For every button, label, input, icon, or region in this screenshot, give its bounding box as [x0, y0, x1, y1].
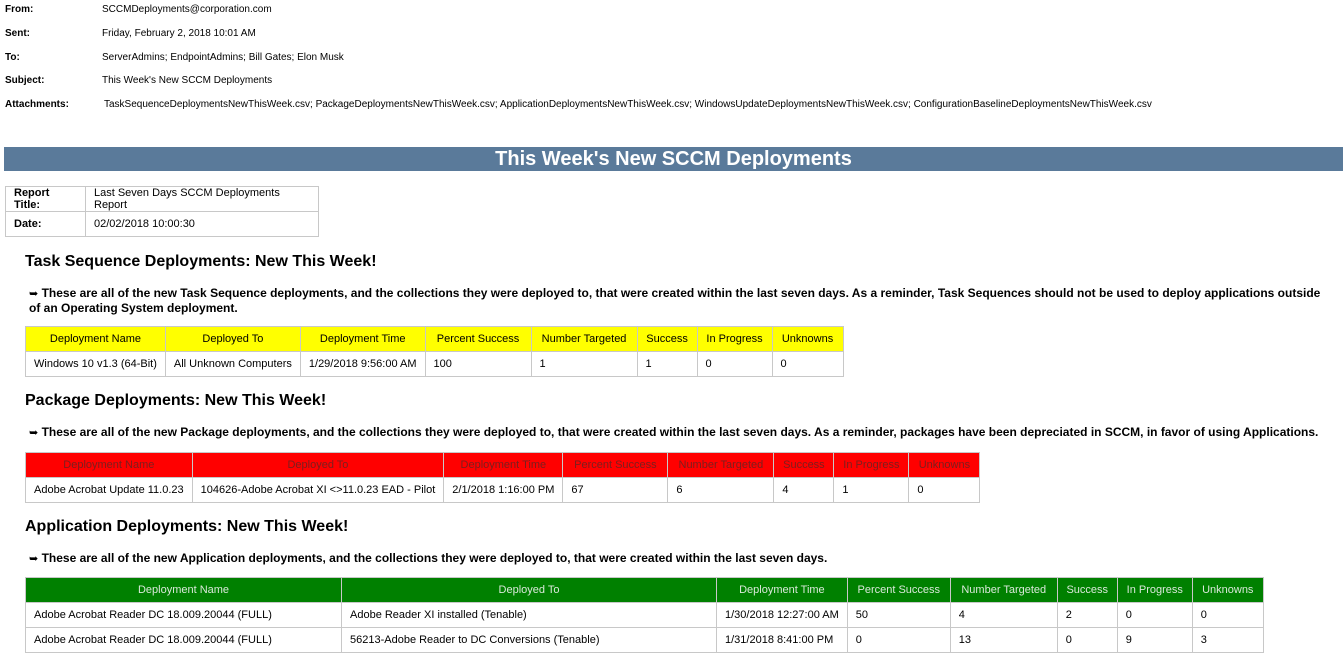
column-header[interactable]: In Progress	[1116, 577, 1193, 603]
from-value[interactable]: SCCMDeployments@corporation.com	[102, 3, 272, 17]
column-header[interactable]: Percent Success	[846, 577, 951, 603]
table-cell: 0	[1116, 602, 1193, 628]
report-title-row: Report Title: Last Seven Days SCCM Deplo…	[5, 186, 319, 212]
report-banner: This Week's New SCCM Deployments	[4, 147, 1343, 171]
table-cell: 0	[696, 351, 773, 377]
report-date-value: 02/02/2018 10:00:30	[85, 211, 319, 237]
task-sequence-description-text: These are all of the new Task Sequence d…	[29, 286, 1321, 315]
table-cell: 4	[773, 477, 835, 503]
column-header[interactable]: Deployment Time	[299, 326, 426, 352]
report-date-label: Date:	[5, 211, 86, 237]
table-cell: 56213-Adobe Reader to DC Conversions (Te…	[341, 627, 717, 653]
task-sequence-heading: Task Sequence Deployments: New This Week…	[25, 253, 377, 270]
table-cell: Adobe Reader XI installed (Tenable)	[341, 602, 717, 628]
table-row: Adobe Acrobat Reader DC 18.009.20044 (FU…	[25, 602, 1264, 628]
column-header[interactable]: Percent Success	[424, 326, 532, 352]
column-header[interactable]: In Progress	[833, 452, 910, 478]
table-cell: 2	[1056, 602, 1118, 628]
column-header[interactable]: Unknowns	[1191, 577, 1264, 603]
column-header[interactable]: In Progress	[696, 326, 773, 352]
table-cell: 0	[846, 627, 951, 653]
table-row: Adobe Acrobat Update 11.0.23 104626-Adob…	[25, 477, 981, 503]
package-description: ➥ These are all of the new Package deplo…	[29, 425, 1329, 440]
column-header[interactable]: Deployed To	[341, 577, 717, 603]
column-header[interactable]: Deployment Name	[25, 577, 342, 603]
task-sequence-table: Deployment Name Deployed To Deployment T…	[25, 326, 844, 377]
sent-value: Friday, February 2, 2018 10:01 AM	[102, 28, 256, 39]
table-cell: 1/31/2018 8:41:00 PM	[716, 627, 848, 653]
report-title-label: Report Title:	[5, 186, 86, 212]
table-cell: 6	[667, 477, 775, 503]
table-cell: 2/1/2018 1:16:00 PM	[443, 477, 564, 503]
table-cell: Adobe Acrobat Reader DC 18.009.20044 (FU…	[25, 627, 342, 653]
from-label: From:	[5, 4, 34, 15]
column-header[interactable]: Success	[636, 326, 698, 352]
report-title-value: Last Seven Days SCCM Deployments Report	[85, 186, 319, 212]
table-cell: 13	[949, 627, 1058, 653]
column-header[interactable]: Unknowns	[908, 452, 981, 478]
subject-value: This Week's New SCCM Deployments	[102, 75, 273, 86]
to-value[interactable]: ServerAdmins; EndpointAdmins; Bill Gates…	[102, 51, 344, 65]
arrow-icon: ➥	[29, 287, 39, 300]
table-cell: 100	[424, 351, 532, 377]
report-date-row: Date: 02/02/2018 10:00:30	[5, 211, 319, 237]
column-header[interactable]: Deployed To	[164, 326, 301, 352]
column-header[interactable]: Deployment Time	[443, 452, 564, 478]
table-cell: All Unknown Computers	[164, 351, 301, 377]
attachments-label: Attachments:	[5, 99, 69, 110]
arrow-icon: ➥	[29, 552, 39, 565]
package-heading: Package Deployments: New This Week!	[25, 392, 327, 409]
column-header[interactable]: Deployment Name	[25, 452, 193, 478]
column-header[interactable]: Number Targeted	[949, 577, 1058, 603]
report-info-table: Report Title: Last Seven Days SCCM Deplo…	[5, 186, 319, 237]
arrow-icon: ➥	[29, 426, 39, 439]
column-header[interactable]: Success	[773, 452, 835, 478]
table-cell: 1/29/2018 9:56:00 AM	[299, 351, 426, 377]
table-header-row: Deployment Name Deployed To Deployment T…	[25, 326, 844, 352]
subject-label: Subject:	[5, 75, 45, 86]
application-table: Deployment Name Deployed To Deployment T…	[25, 577, 1264, 653]
table-row: Adobe Acrobat Reader DC 18.009.20044 (FU…	[25, 627, 1264, 653]
to-label: To:	[5, 52, 20, 63]
application-description-text: These are all of the new Application dep…	[41, 551, 828, 565]
table-cell: 1	[530, 351, 638, 377]
table-cell: 3	[1191, 627, 1264, 653]
column-header[interactable]: Deployment Name	[25, 326, 166, 352]
column-header[interactable]: Deployment Time	[716, 577, 848, 603]
table-row: Windows 10 v1.3 (64-Bit) All Unknown Com…	[25, 351, 844, 377]
table-cell: Windows 10 v1.3 (64-Bit)	[25, 351, 166, 377]
column-header[interactable]: Unknowns	[771, 326, 844, 352]
package-description-text: These are all of the new Package deploym…	[41, 425, 1319, 439]
column-header[interactable]: Percent Success	[562, 452, 669, 478]
task-sequence-description: ➥ These are all of the new Task Sequence…	[29, 286, 1329, 315]
column-header[interactable]: Deployed To	[191, 452, 445, 478]
table-cell: 9	[1116, 627, 1193, 653]
table-cell: Adobe Acrobat Reader DC 18.009.20044 (FU…	[25, 602, 342, 628]
table-cell: 67	[562, 477, 669, 503]
table-cell: 50	[846, 602, 951, 628]
column-header[interactable]: Number Targeted	[530, 326, 638, 352]
attachments-value[interactable]: TaskSequenceDeploymentsNewThisWeek.csv; …	[104, 98, 1152, 112]
sent-label: Sent:	[5, 28, 30, 39]
package-table: Deployment Name Deployed To Deployment T…	[25, 452, 981, 503]
table-cell: 1	[636, 351, 698, 377]
table-cell: 0	[908, 477, 981, 503]
table-cell: 4	[949, 602, 1058, 628]
table-cell: 1/30/2018 12:27:00 AM	[716, 602, 848, 628]
table-cell: 0	[771, 351, 844, 377]
application-description: ➥ These are all of the new Application d…	[29, 551, 1329, 566]
table-cell: 0	[1191, 602, 1264, 628]
table-header-row: Deployment Name Deployed To Deployment T…	[25, 577, 1264, 603]
table-header-row: Deployment Name Deployed To Deployment T…	[25, 452, 981, 478]
table-cell: Adobe Acrobat Update 11.0.23	[25, 477, 193, 503]
table-cell: 1	[833, 477, 910, 503]
column-header[interactable]: Number Targeted	[667, 452, 775, 478]
column-header[interactable]: Success	[1056, 577, 1118, 603]
table-cell: 104626-Adobe Acrobat XI <>11.0.23 EAD - …	[191, 477, 445, 503]
application-heading: Application Deployments: New This Week!	[25, 518, 349, 535]
table-cell: 0	[1056, 627, 1118, 653]
